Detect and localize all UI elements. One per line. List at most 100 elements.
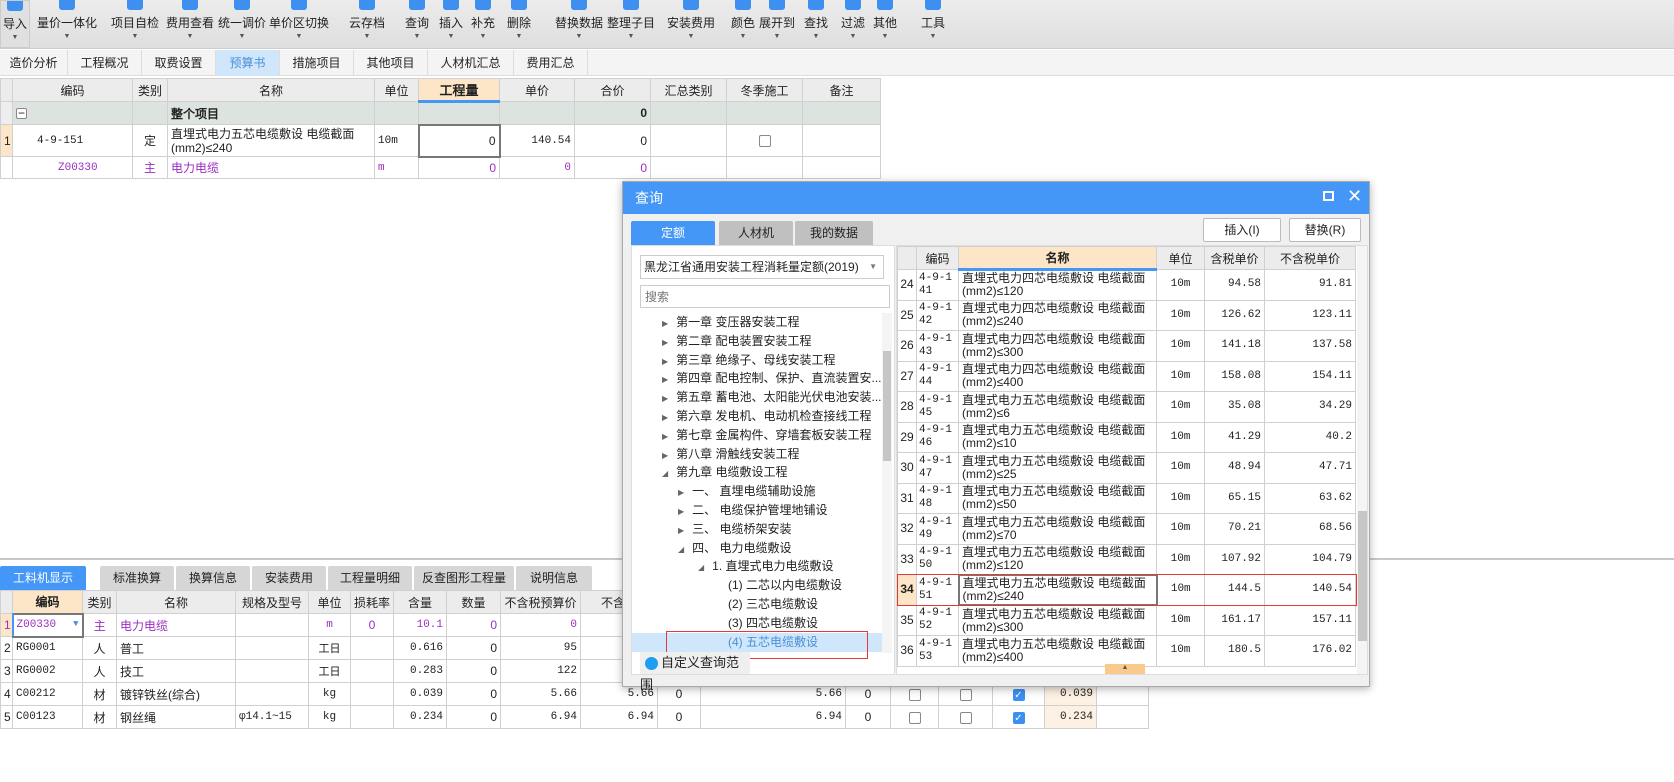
tree-node[interactable]: ▶ 第八章 滑触线安装工程 bbox=[632, 445, 882, 464]
expand-icon[interactable]: ▶ bbox=[662, 451, 668, 460]
toolbar-button[interactable]: 工具 ▼ bbox=[918, 0, 948, 48]
toolbar-button[interactable]: 项目自检 ▼ bbox=[108, 0, 162, 48]
toolbar-button[interactable]: 导入 ▼ bbox=[0, 0, 30, 48]
quota-row[interactable]: 27 4-9-144 直埋式电力四芯电缆敷设 电缆截面(mm2)≤400 10m 158… bbox=[897, 360, 1356, 392]
table-row[interactable]: 1 4-9-151 定直埋式电力五芯电缆敷设 电缆截面(mm2)≤240 10m 0 14… bbox=[0, 123, 881, 158]
expand-handle[interactable]: ▲ bbox=[1105, 664, 1145, 674]
expand-icon[interactable]: ▶ bbox=[662, 357, 668, 366]
collapse-icon[interactable]: ◢ bbox=[678, 545, 684, 554]
quota-row[interactable]: 31 4-9-148 直埋式电力五芯电缆敷设 电缆截面(mm2)≤50 10m 65.1… bbox=[897, 482, 1356, 514]
tree-scrollbar[interactable] bbox=[882, 313, 892, 653]
tab-5[interactable]: 其他项目 bbox=[354, 50, 428, 76]
winter-checkbox[interactable] bbox=[758, 135, 771, 148]
col-header[interactable]: 类别 bbox=[82, 590, 117, 614]
col-header[interactable]: 汇总类别 bbox=[650, 78, 727, 102]
toolbar-button[interactable]: 整理子目 ▼ bbox=[604, 0, 658, 48]
col-header[interactable]: 单价 bbox=[499, 78, 575, 102]
col-header[interactable]: 类别 bbox=[132, 78, 168, 102]
tree-node[interactable]: (1) 二芯以内电缆敷设 bbox=[632, 576, 882, 595]
tree-node[interactable]: ▶ 第二章 配电装置安装工程 bbox=[632, 332, 882, 351]
toolbar-button[interactable]: 替换数据 ▼ bbox=[552, 0, 606, 48]
col-header[interactable]: 单位 bbox=[374, 78, 419, 102]
insert-button[interactable]: 插入(I) bbox=[1203, 218, 1281, 242]
expand-icon[interactable]: ▶ bbox=[662, 432, 668, 441]
quota-row[interactable]: 32 4-9-149 直埋式电力五芯电缆敷设 电缆截面(mm2)≤70 10m 70.2… bbox=[897, 513, 1356, 545]
quota-row[interactable]: 33 4-9-150 直埋式电力五芯电缆敷设 电缆截面(mm2)≤120 10m 107… bbox=[897, 543, 1356, 575]
toolbar-button[interactable]: 单价区切换 ▼ bbox=[266, 0, 332, 48]
tree-node[interactable]: (2) 三芯电缆敷设 bbox=[632, 595, 882, 614]
bottom-tab-5[interactable]: 反查图形工程量 bbox=[414, 566, 514, 590]
col-header[interactable]: 名称 bbox=[958, 246, 1157, 271]
toolbar-button[interactable]: 量价一体化 ▼ bbox=[34, 0, 100, 48]
table-row[interactable]: Z00330 主电力电缆 m 0 0 0 bbox=[0, 156, 881, 179]
expand-icon[interactable]: ▶ bbox=[678, 488, 684, 497]
dropdown-arrow-icon[interactable]: ▼ bbox=[73, 619, 78, 629]
expand-icon[interactable]: ▶ bbox=[662, 413, 668, 422]
custom-range-button[interactable]: 自定义查询范围 bbox=[640, 652, 750, 692]
root-row[interactable]: − 整个项目 0 bbox=[0, 101, 881, 125]
tab-7[interactable]: 费用汇总 bbox=[514, 50, 588, 76]
tree-node[interactable]: ▶ 第四章 配电控制、保护、直流装置安... bbox=[632, 369, 882, 388]
search-input[interactable] bbox=[640, 285, 890, 308]
dialog-tab-2[interactable]: 我的数据 bbox=[795, 221, 873, 245]
dialog-tab-1[interactable]: 人材机 bbox=[719, 221, 793, 245]
expand-icon[interactable]: ▶ bbox=[678, 526, 684, 535]
toolbar-button[interactable]: 查找 ▼ bbox=[801, 0, 831, 48]
quota-select[interactable]: 黑龙江省通用安装工程消耗量定额(2019) ▼ bbox=[640, 255, 884, 279]
quota-row[interactable]: 34 4-9-151 直埋式电力五芯电缆敷设 电缆截面(mm2)≤240 10m 144… bbox=[897, 573, 1357, 606]
replace-button[interactable]: 替换(R) bbox=[1289, 218, 1361, 242]
col-header[interactable]: 编码 bbox=[916, 246, 959, 270]
tab-0[interactable]: 造价分析 bbox=[0, 50, 68, 76]
quota-row[interactable]: 25 4-9-142 直埋式电力四芯电缆敷设 电缆截面(mm2)≤240 10m 126… bbox=[897, 299, 1356, 331]
col-header[interactable]: 编码 bbox=[12, 78, 133, 102]
col-header[interactable]: 名称 bbox=[116, 590, 236, 614]
toolbar-button[interactable]: 云存档 ▼ bbox=[346, 0, 388, 48]
tree-node[interactable]: ◢ 第九章 电缆敷设工程 bbox=[632, 463, 882, 482]
toolbar-button[interactable]: 安装费用 ▼ bbox=[664, 0, 718, 48]
quota-row[interactable]: 26 4-9-143 直埋式电力四芯电缆敷设 电缆截面(mm2)≤300 10m 141… bbox=[897, 330, 1356, 362]
collapse-icon[interactable]: ◢ bbox=[662, 469, 668, 478]
col-header[interactable]: 不含税预算价 bbox=[500, 590, 581, 614]
expand-icon[interactable]: ▶ bbox=[662, 338, 668, 347]
quota-row[interactable]: 29 4-9-146 直埋式电力五芯电缆敷设 电缆截面(mm2)≤10 10m 41.2… bbox=[897, 421, 1356, 453]
bottom-tab-6[interactable]: 说明信息 bbox=[516, 566, 592, 590]
toolbar-button[interactable]: 补充 ▼ bbox=[468, 0, 498, 48]
maximize-icon[interactable] bbox=[1323, 191, 1334, 201]
col-header[interactable]: 单位 bbox=[308, 590, 351, 614]
bottom-tab-0[interactable]: 工料机显示 bbox=[0, 566, 86, 590]
quota-row[interactable]: 35 4-9-152 直埋式电力五芯电缆敷设 电缆截面(mm2)≤300 10m 161… bbox=[897, 604, 1356, 636]
list-scrollbar[interactable] bbox=[1357, 246, 1367, 674]
checkbox[interactable]: ✓ bbox=[1012, 688, 1025, 701]
col-header[interactable]: 编码 bbox=[12, 590, 83, 614]
bottom-tab-3[interactable]: 安装费用 bbox=[252, 566, 326, 590]
toolbar-button[interactable]: 查询 ▼ bbox=[402, 0, 432, 48]
toolbar-button[interactable]: 颜色 ▼ bbox=[728, 0, 758, 48]
col-header[interactable]: 不含税单价 bbox=[1264, 246, 1356, 270]
expand-icon[interactable]: ▶ bbox=[662, 394, 668, 403]
col-header[interactable]: 数量 bbox=[446, 590, 501, 614]
tab-3[interactable]: 预算书 bbox=[216, 50, 280, 76]
toolbar-button[interactable]: 过滤 ▼ bbox=[838, 0, 868, 48]
checkbox[interactable] bbox=[908, 688, 921, 701]
toolbar-button[interactable]: 统一调价 ▼ bbox=[215, 0, 269, 48]
quota-row[interactable]: 28 4-9-145 直埋式电力五芯电缆敷设 电缆截面(mm2)≤6 10m 35.08… bbox=[897, 391, 1356, 423]
quota-row[interactable]: 30 4-9-147 直埋式电力五芯电缆敷设 电缆截面(mm2)≤25 10m 48.9… bbox=[897, 452, 1356, 484]
col-header[interactable]: 含量 bbox=[393, 590, 447, 614]
tree-node[interactable]: ▶ 第一章 变压器安装工程 bbox=[632, 313, 882, 332]
col-header[interactable]: 冬季施工 bbox=[726, 78, 803, 102]
collapse-icon[interactable]: ◢ bbox=[698, 563, 704, 572]
tab-4[interactable]: 措施项目 bbox=[280, 50, 354, 76]
tree-node[interactable]: ▶ 第五章 蓄电池、太阳能光伏电池安装... bbox=[632, 388, 882, 407]
tree-node[interactable]: ▶ 第七章 金属构件、穿墙套板安装工程 bbox=[632, 426, 882, 445]
col-header[interactable]: 名称 bbox=[167, 78, 375, 102]
tree-node[interactable]: ▶ 第六章 发电机、电动机检查接线工程 bbox=[632, 407, 882, 426]
col-header[interactable]: 工程量 bbox=[418, 78, 500, 103]
table-row[interactable]: 5 C00123 材钢丝绳 φ14.1~15 kg 0.234 0 6.94 6.94 0 6.94… bbox=[0, 705, 1149, 729]
toolbar-button[interactable]: 删除 ▼ bbox=[504, 0, 534, 48]
quota-row[interactable]: 24 4-9-141 直埋式电力四芯电缆敷设 电缆截面(mm2)≤120 10m 94.… bbox=[897, 269, 1356, 301]
dialog-tab-0[interactable]: 定额 bbox=[631, 221, 715, 245]
col-header[interactable]: 损耗率 bbox=[350, 590, 394, 614]
tree-node[interactable]: ◢ 1. 直埋式电力电缆敷设 bbox=[632, 557, 882, 576]
checkbox[interactable]: ✓ bbox=[1012, 711, 1025, 724]
expand-icon[interactable]: ▶ bbox=[662, 319, 668, 328]
